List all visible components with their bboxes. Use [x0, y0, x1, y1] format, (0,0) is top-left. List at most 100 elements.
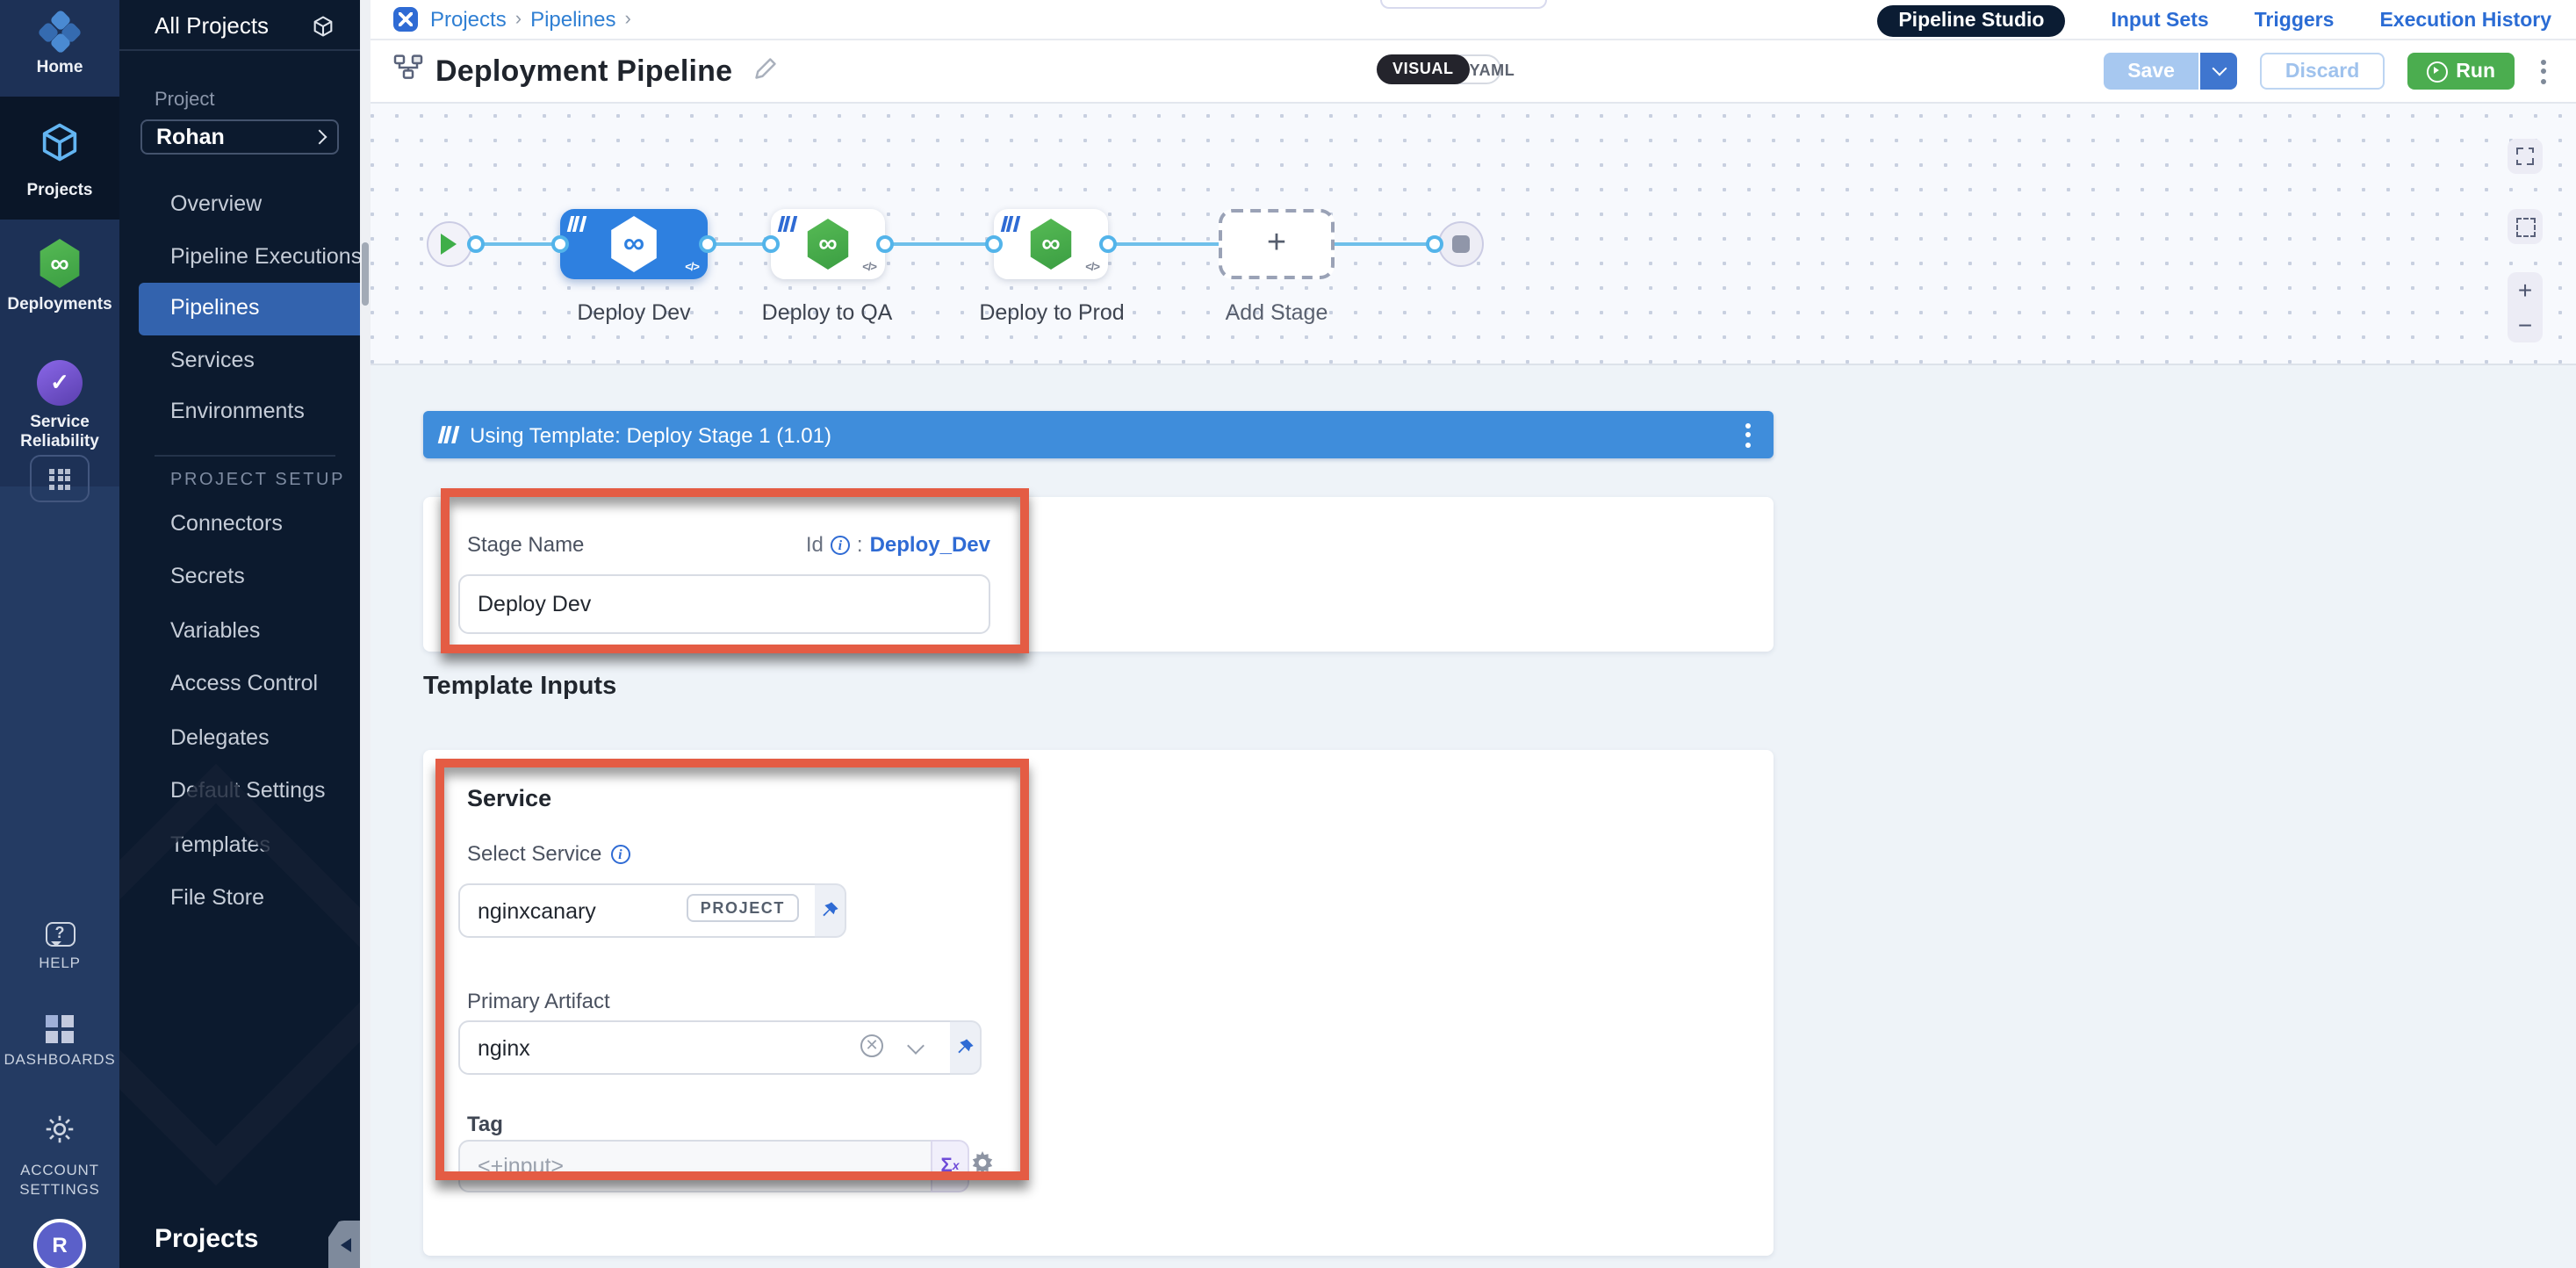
user-avatar[interactable]: R	[33, 1219, 86, 1268]
sidebar-item-overview[interactable]: Overview	[119, 179, 360, 231]
all-projects-link[interactable]: All Projects	[155, 12, 269, 39]
node-port[interactable]	[699, 235, 716, 253]
project-setup-label: PROJECT SETUP	[119, 470, 360, 489]
fullscreen-button[interactable]	[2508, 139, 2543, 174]
tab-triggers[interactable]: Triggers	[2255, 11, 2335, 32]
sidebar-item-environments[interactable]: Environments	[119, 386, 360, 438]
tab-input-sets[interactable]: Input Sets	[2111, 11, 2208, 32]
module-grid-button[interactable]	[30, 455, 90, 502]
sidebar-item-pipelines[interactable]: Pipelines	[139, 283, 360, 335]
dashboards-icon	[46, 1015, 74, 1043]
start-play-icon	[441, 234, 467, 255]
save-button[interactable]: Save	[2103, 53, 2201, 90]
pipeline-canvas[interactable]: ∞ </> ∞ </> ∞ </> +	[360, 104, 2576, 365]
node-port[interactable]	[876, 235, 894, 253]
grid-icon	[49, 468, 70, 489]
all-projects-cube-icon[interactable]	[311, 13, 335, 38]
run-button[interactable]: Run	[2407, 53, 2515, 90]
rail-item-dashboards[interactable]: DASHBOARDS	[0, 1015, 119, 1070]
breadcrumb-bar: Projects › Pipelines › Pipeline Studio I…	[360, 0, 2576, 40]
node-port[interactable]	[467, 235, 485, 253]
stage-node-deploy-dev[interactable]: ∞ </>	[560, 209, 708, 279]
stage-node-deploy-to-prod[interactable]: ∞ </>	[994, 209, 1108, 279]
toggle-yaml[interactable]: YAML	[1470, 61, 1515, 78]
add-stage-button[interactable]: +	[1219, 209, 1335, 279]
sidebar-item-access-control[interactable]: Access Control	[119, 657, 360, 710]
pipeline-menu-kebab[interactable]	[2536, 54, 2551, 89]
title-bar: Deployment Pipeline VISUAL YAML Save	[360, 40, 2576, 104]
tag-settings-gear-button[interactable]	[968, 1149, 997, 1187]
sidebar-item-connectors[interactable]: Connectors	[119, 496, 360, 550]
pin-icon	[955, 1038, 975, 1057]
visual-yaml-toggle[interactable]: VISUAL YAML	[1377, 54, 1501, 84]
stage-name-label: Stage Name	[467, 532, 584, 557]
rail-item-projects[interactable]: Projects	[0, 97, 119, 220]
rail-item-help[interactable]: ? HELP	[0, 922, 119, 973]
zoom-in-button[interactable]: +	[2518, 281, 2532, 299]
info-icon[interactable]: i	[610, 844, 630, 863]
tab-pipeline-studio[interactable]: Pipeline Studio	[1877, 5, 2065, 37]
clear-icon[interactable]: ✕	[860, 1034, 883, 1057]
stage-config-panel: Using Template: Deploy Stage 1 (1.01) St…	[360, 365, 2576, 1268]
template-badge-icon	[780, 216, 795, 232]
start-node[interactable]	[427, 221, 472, 267]
sidebar-item-services[interactable]: Services	[119, 335, 360, 386]
breadcrumb-projects[interactable]: Projects	[430, 7, 507, 32]
chevron-right-icon	[313, 130, 327, 145]
node-port[interactable]	[1426, 235, 1443, 253]
sidebar-item-pipeline-executions[interactable]: Pipeline Executions	[119, 231, 360, 283]
sidebar-item-variables[interactable]: Variables	[119, 603, 360, 657]
scrollbar-thumb[interactable]	[362, 242, 369, 306]
template-banner[interactable]: Using Template: Deploy Stage 1 (1.01)	[423, 411, 1774, 458]
sidebar-item-delegates[interactable]: Delegates	[119, 710, 360, 764]
toggle-visual[interactable]: VISUAL	[1377, 54, 1470, 83]
node-port[interactable]	[985, 235, 1003, 253]
marquee-select-button[interactable]	[2508, 209, 2543, 244]
sidebar-item-secrets[interactable]: Secrets	[119, 550, 360, 603]
top-popover-cutoff	[1380, 0, 1547, 9]
expression-input-button[interactable]: Σx	[931, 1140, 969, 1192]
breadcrumb-pipelines[interactable]: Pipelines	[530, 7, 615, 32]
gear-icon	[44, 1113, 76, 1154]
stage-label-deploy-to-prod: Deploy to Prod	[955, 300, 1148, 325]
sidebar-collapse-handle[interactable]	[328, 1221, 360, 1268]
save-dropdown-button[interactable]	[2201, 53, 2238, 90]
primary-artifact-field: ✕	[458, 1020, 982, 1075]
node-port[interactable]	[1099, 235, 1117, 253]
chevron-down-icon	[2212, 61, 2227, 76]
collapse-arrow-icon	[333, 1237, 350, 1251]
rail-item-home[interactable]: Home	[0, 0, 119, 97]
projects-cube-icon	[37, 119, 83, 174]
template-badge-icon	[1003, 216, 1018, 232]
discard-button[interactable]: Discard	[2261, 53, 2384, 90]
stage-name-input[interactable]	[458, 574, 990, 634]
node-port[interactable]	[762, 235, 780, 253]
pin-artifact-button[interactable]	[950, 1020, 982, 1075]
select-service-label-row: Select Service i	[467, 841, 630, 866]
sidebar-scrollbar[interactable]	[360, 0, 371, 1268]
project-label: Project	[155, 90, 360, 111]
zoom-controls: + −	[2508, 272, 2543, 342]
project-selector[interactable]: Rohan	[140, 119, 339, 155]
module-rail: Home Projects ∞ Deployments ✓ Service Re…	[0, 0, 119, 1268]
studio-tabs: Pipeline Studio Input Sets Triggers Exec…	[1877, 5, 2551, 37]
pipeline-flow-icon	[393, 54, 423, 90]
breadcrumb: Projects › Pipelines ›	[393, 7, 640, 32]
service-reliability-icon: ✓	[37, 360, 83, 406]
end-node[interactable]	[1438, 221, 1484, 267]
zoom-out-button[interactable]: −	[2518, 316, 2532, 334]
stage-node-deploy-to-qa[interactable]: ∞ </>	[771, 209, 885, 279]
tab-execution-history[interactable]: Execution History	[2379, 11, 2551, 32]
rail-item-deployments[interactable]: ∞ Deployments	[0, 220, 119, 346]
template-menu-kebab[interactable]	[1740, 417, 1756, 452]
code-badge-icon: </>	[1085, 262, 1099, 274]
pin-service-button[interactable]	[815, 883, 846, 938]
info-icon[interactable]: i	[831, 535, 850, 554]
node-port[interactable]	[551, 235, 569, 253]
rail-item-account-settings[interactable]: ACCOUNT SETTINGS	[0, 1113, 119, 1200]
rail-item-label: Home	[37, 58, 83, 77]
stage-id-value[interactable]: Deploy_Dev	[870, 532, 990, 557]
fullscreen-icon	[2516, 148, 2534, 165]
edit-pencil-icon[interactable]	[753, 55, 778, 89]
tag-input[interactable]	[458, 1140, 931, 1192]
